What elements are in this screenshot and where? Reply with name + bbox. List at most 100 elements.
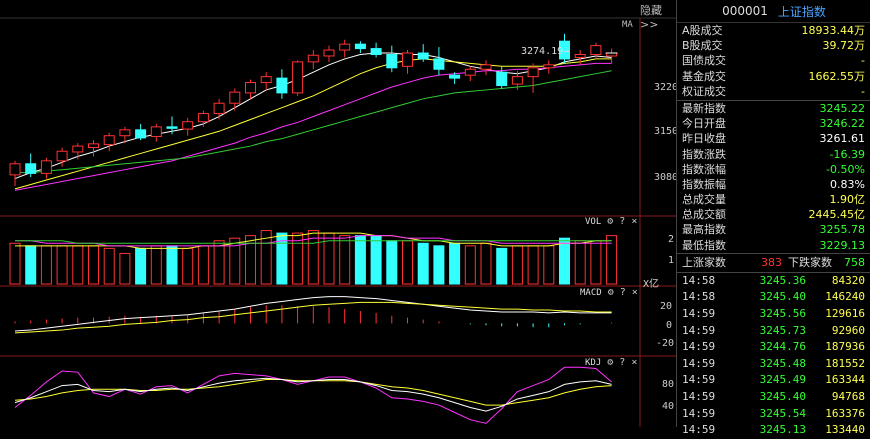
candle-body: [527, 67, 539, 78]
stat-value: -0.50%: [826, 162, 865, 176]
chart-canvas[interactable]: [0, 0, 676, 427]
tick-time: 14:59: [682, 323, 716, 337]
help-icon[interactable]: ?: [620, 287, 626, 298]
stat-value: 2445.45亿: [808, 208, 866, 222]
volume-bar: [25, 245, 37, 285]
stat-label: 基金成交: [682, 69, 726, 83]
tick-price: 3245.54: [759, 406, 806, 420]
tick-volume: 163376: [825, 406, 865, 420]
tick-volume: 133440: [825, 423, 865, 437]
kline-y-tick: 3220: [654, 82, 679, 93]
candle-body: [150, 126, 162, 137]
candle-body: [72, 145, 84, 153]
ma-indicator-label[interactable]: MA: [622, 20, 633, 30]
index-name[interactable]: 上证指数: [778, 3, 826, 20]
tick-price: 3245.13: [759, 423, 806, 437]
tick-volume: 94768: [831, 389, 865, 403]
volume-bar: [527, 245, 539, 285]
volume-bar: [433, 245, 445, 285]
quote-header: 000001 上证指数: [677, 0, 870, 23]
candle-body: [449, 74, 461, 79]
tick-row: 14:59 3245.73 92960: [677, 323, 870, 340]
candle-body: [197, 113, 209, 123]
settings-icon[interactable]: ⚙: [608, 287, 614, 298]
close-icon[interactable]: ×: [631, 357, 637, 368]
candle-body: [543, 64, 555, 69]
candle-body: [260, 76, 272, 84]
candle-body: [292, 61, 304, 94]
vol-y-tick: 1: [668, 255, 675, 266]
close-icon[interactable]: ×: [631, 216, 637, 227]
candle-body: [417, 52, 429, 60]
stat-value: 0.83%: [830, 177, 865, 191]
volume-bar: [9, 242, 21, 285]
settings-icon[interactable]: ⚙: [607, 357, 613, 368]
stat-value: -: [861, 54, 865, 68]
tick-row: 14:59 3245.40 94768: [677, 389, 870, 406]
kdj-d-line: [14, 378, 612, 406]
candle-body: [9, 163, 21, 176]
volume-bar: [417, 242, 429, 285]
tick-row: 14:58 3245.40 146240: [677, 289, 870, 306]
vol-label[interactable]: VOL: [585, 217, 601, 227]
stat-row: 指数涨跌 -16.39: [677, 147, 870, 162]
tick-price: 3245.73: [759, 323, 806, 337]
hide-panel-button[interactable]: 隐藏>>: [640, 2, 676, 31]
volume-bar: [449, 242, 461, 285]
candle-body: [213, 102, 225, 115]
tick-row: 14:59 3245.13 133440: [677, 422, 870, 439]
help-icon[interactable]: ?: [619, 216, 625, 227]
volume-bar: [197, 245, 209, 285]
tick-row: 14:59 3245.54 163376: [677, 406, 870, 423]
volume-bar: [150, 245, 162, 285]
stat-value: 3255.78: [819, 223, 866, 237]
tick-price: 3245.40: [759, 290, 806, 304]
tick-row: 14:59 3245.49 163344: [677, 372, 870, 389]
candle-body: [590, 45, 602, 55]
tick-price: 3245.56: [759, 307, 806, 320]
stat-row: 指数振幅 0.83%: [677, 177, 870, 192]
stat-label: 国债成交: [682, 54, 726, 68]
tick-volume: 129616: [825, 307, 865, 320]
settings-icon[interactable]: ⚙: [607, 216, 613, 227]
stat-row: 昨日收盘 3261.61: [677, 131, 870, 146]
volume-bar: [480, 242, 492, 285]
stat-label: B股成交: [682, 39, 723, 53]
vol-unit: X亿: [643, 279, 660, 290]
stat-row: 基金成交 1662.55万: [677, 69, 870, 84]
close-icon[interactable]: ×: [632, 287, 638, 298]
candle-body: [386, 53, 398, 69]
candle-body: [464, 68, 476, 76]
stat-value: 1662.55万: [808, 69, 866, 83]
tick-row: 14:58 3245.36 84320: [677, 273, 870, 290]
tick-time: 14:59: [682, 406, 716, 420]
kdj-panel-toolbar: KDJ ⚙ ? ×: [585, 357, 637, 368]
stat-label: 最低指数: [682, 238, 726, 252]
help-icon[interactable]: ?: [619, 357, 625, 368]
tick-list[interactable]: 14:58 3245.36 84320 14:58 3245.40 146240 14:59…: [677, 273, 870, 439]
volume-bar: [213, 240, 225, 285]
up-count-value: 383: [761, 255, 782, 269]
macd-y-tick: -20: [656, 338, 675, 349]
candle-body: [135, 129, 147, 139]
macd-label[interactable]: MACD: [580, 288, 602, 298]
stat-value: -16.39: [829, 147, 865, 161]
chart-area[interactable]: 隐藏>> MA 3274.19→ 3220 3150 3080 VOL ⚙ ? …: [0, 0, 679, 427]
candle-body: [40, 160, 52, 174]
ma-line: [15, 70, 612, 174]
kdj-label[interactable]: KDJ: [585, 358, 601, 368]
tick-time: 14:59: [682, 423, 716, 437]
ma-line: [14, 52, 612, 180]
candle-body: [103, 135, 115, 146]
macd-panel-toolbar: MACD ⚙ ? ×: [580, 287, 638, 298]
volume-bar: [543, 245, 555, 285]
tick-time: 14:59: [682, 356, 716, 370]
kdj-y-tick: 40: [662, 401, 675, 412]
candle-body: [182, 121, 194, 130]
tick-row: 14:59 3245.56 129616: [677, 306, 870, 323]
stat-label: A股成交: [682, 24, 723, 37]
quote-panel: 000001 上证指数 A股成交 18933.44万 B股成交 39.72万 国债成交 -…: [676, 0, 870, 436]
macd-y-tick: 0: [666, 320, 673, 331]
volume-bar: [386, 240, 398, 285]
candle-body: [339, 43, 351, 51]
